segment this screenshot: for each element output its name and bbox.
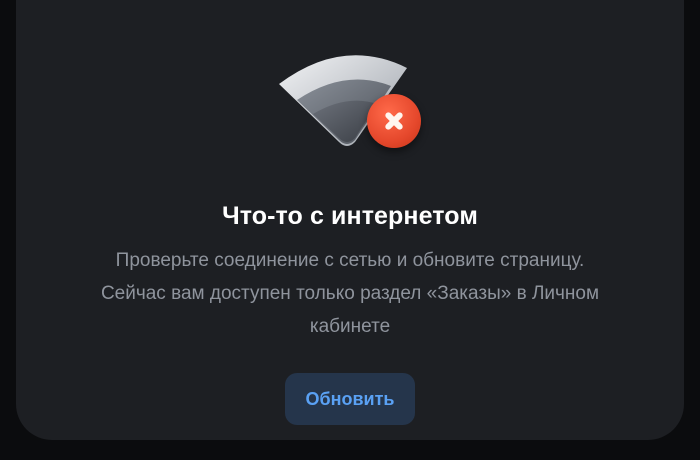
error-badge: [367, 94, 421, 148]
screen: Что-то с интернетом Проверьте соединение…: [0, 0, 700, 460]
close-icon: [383, 110, 405, 132]
description-line: Проверьте соединение с сетью и обновите …: [115, 250, 585, 271]
description-line: кабинете: [309, 316, 391, 337]
error-card: Что-то с интернетом Проверьте соединение…: [16, 0, 684, 440]
error-title: Что-то с интернетом: [222, 202, 478, 230]
no-internet-illustration: [275, 42, 425, 152]
description-line: Сейчас вам доступен только раздел «Заказ…: [100, 283, 600, 304]
error-description: Проверьте соединение с сетью и обновите …: [40, 244, 660, 343]
refresh-button[interactable]: Обновить: [285, 373, 415, 425]
